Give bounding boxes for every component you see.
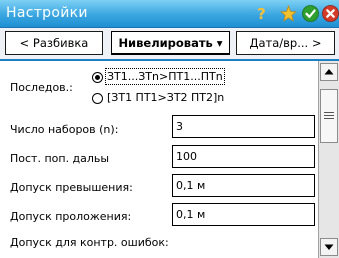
ok-icon[interactable] [302,5,319,22]
sequence-option-1-label[interactable]: ЗТ1...ЗTn>ПТ1...ПТn [105,68,225,85]
arrow-up-icon [324,69,334,75]
sequence-label: Последов.: [10,81,73,94]
const-distance-input[interactable]: 100 [172,145,315,168]
sequence-option-2-label[interactable]: [ЗТ1 ПТ1>ЗТ2 ПТ2]n [107,91,224,104]
tab-prev-button[interactable]: < Разбивка [5,31,103,55]
svg-text:?: ? [257,5,266,22]
scroll-up-button[interactable] [320,63,338,81]
scroll-down-button[interactable] [320,238,338,256]
settings-form: Последов.: ЗТ1...ЗTn>ПТ1...ПТn [ЗТ1 ПТ1>… [0,61,317,258]
sets-count-input[interactable]: 3 [172,115,315,138]
arrow-down-icon [324,244,334,250]
tolerance-layout-input[interactable]: 0,1 м [172,203,315,226]
sets-count-label: Число наборов (n): [10,123,119,136]
vertical-scrollbar[interactable] [318,61,339,258]
tolerance-layout-label: Допуск проложения: [10,210,132,223]
help-icon[interactable]: ? [253,5,270,22]
tab-strip: < Разбивка Нивелировать ▾ Дата/вр... > [0,28,339,61]
title-bar: Настройки ? [0,0,339,28]
window-title: Настройки [6,5,88,21]
sequence-option-2-radio[interactable] [92,93,103,104]
tolerance-rise-input[interactable]: 0,1 м [172,174,315,197]
scroll-thumb[interactable] [320,89,338,143]
close-icon[interactable] [322,5,339,22]
star-icon[interactable] [280,5,297,22]
sequence-option-1-radio[interactable] [92,72,103,83]
tolerance-control-label: Допуск для контр. ошибок: [10,236,169,249]
const-distance-label: Пост. поп. дальы [10,152,110,165]
tab-next-button[interactable]: Дата/вр... > [236,31,335,55]
tolerance-rise-label: Допуск превышения: [10,181,133,194]
tab-level-dropdown[interactable]: Нивелировать ▾ [111,31,230,55]
